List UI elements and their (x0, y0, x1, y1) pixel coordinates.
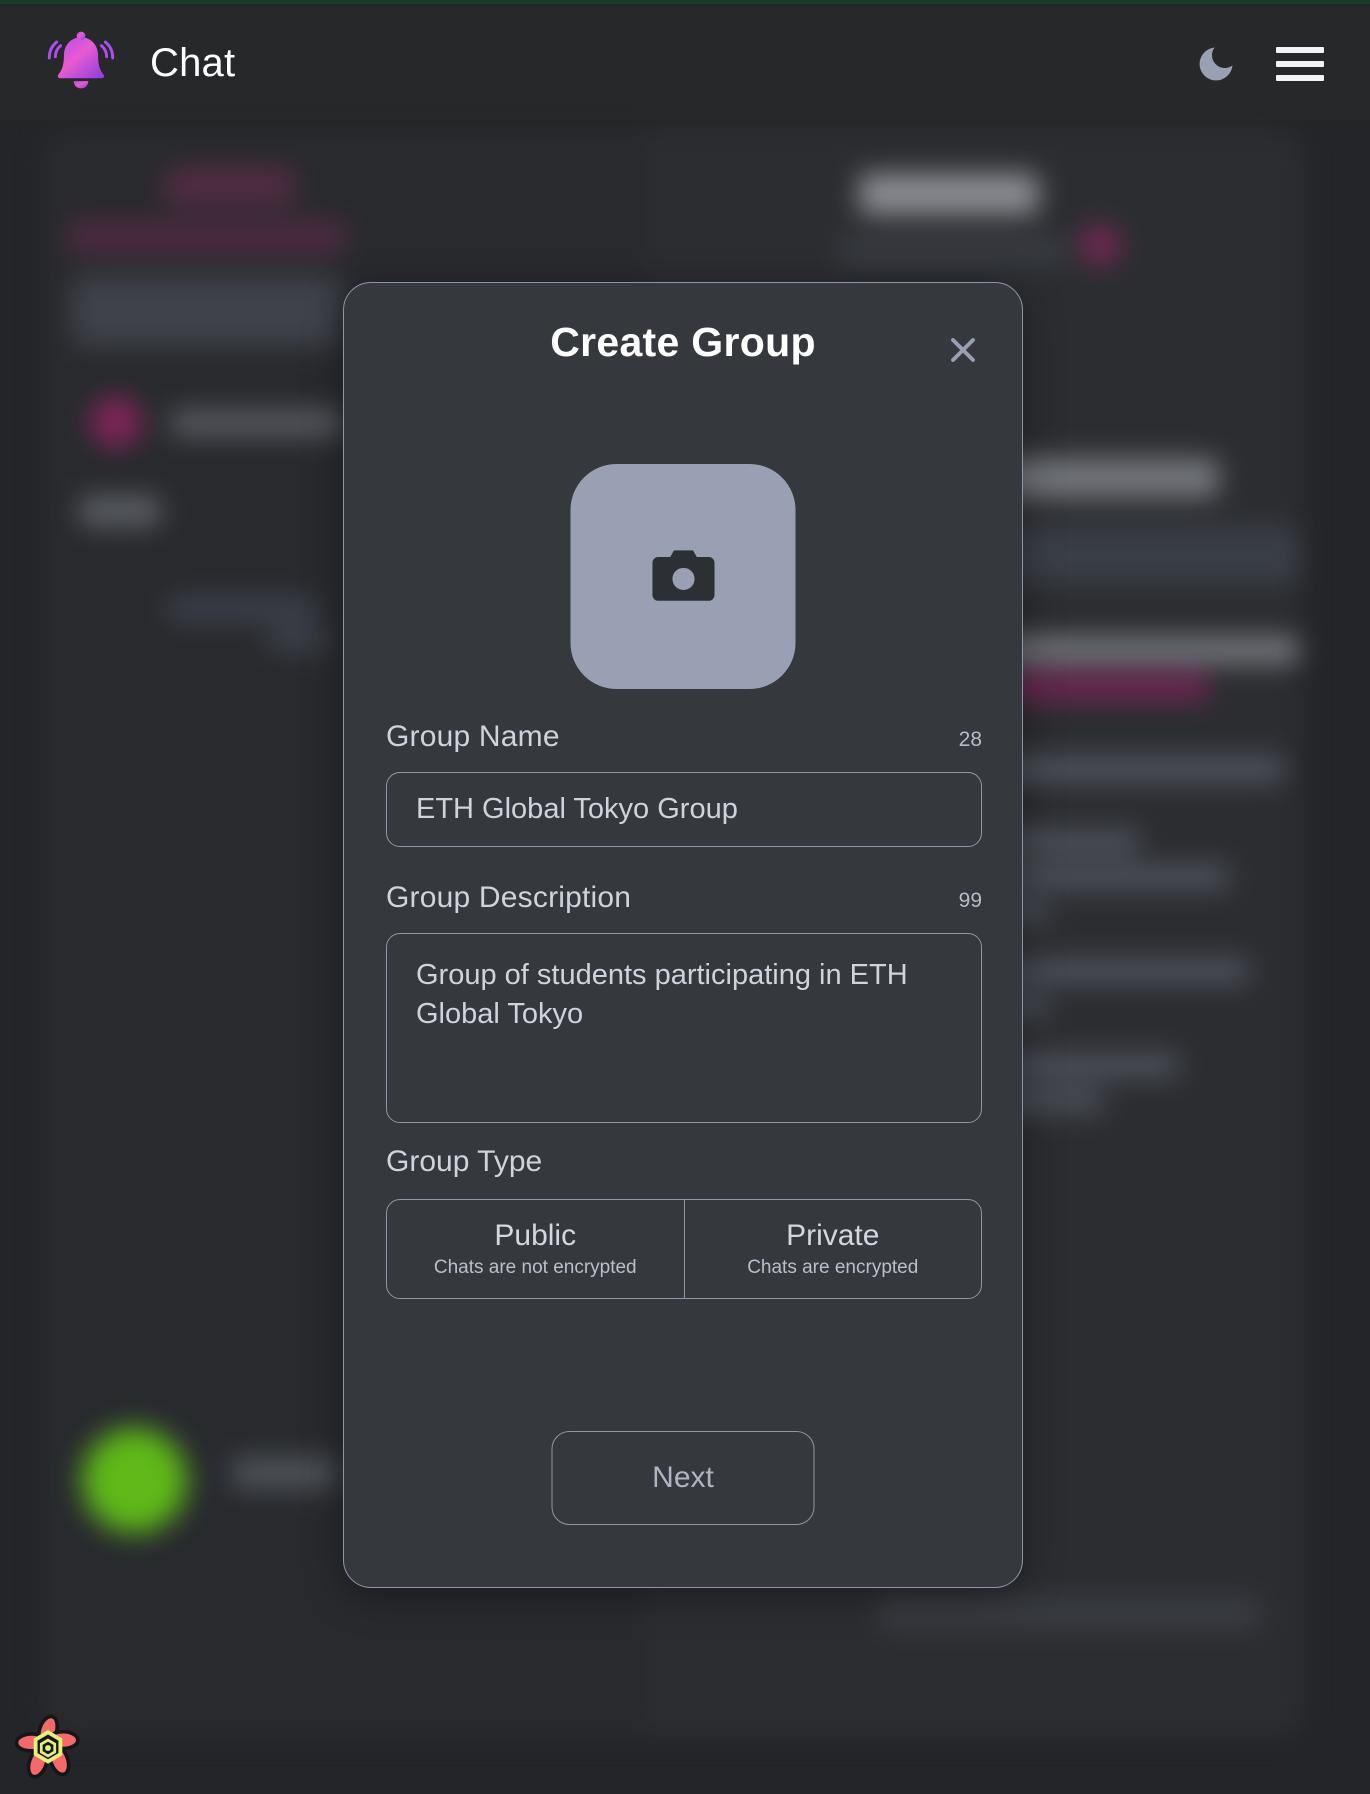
group-type-segmented-control: Public Chats are not encrypted Private C… (386, 1199, 982, 1299)
close-x-icon[interactable] (942, 329, 984, 371)
background-blob (82, 1428, 187, 1533)
group-avatar-upload[interactable] (570, 464, 796, 689)
notification-bell-icon[interactable] (42, 25, 120, 103)
background-blob (879, 1598, 1259, 1628)
group-type-option-public[interactable]: Public Chats are not encrypted (387, 1200, 684, 1298)
group-name-field: Group Name 28 (386, 720, 982, 847)
background-blob (67, 220, 347, 254)
page-title: Chat (150, 41, 236, 85)
app-root: Chat Create Group Group Name 28 ETH Glob… (0, 0, 1370, 1794)
group-type-label: Group Type (386, 1145, 543, 1178)
group-name-input[interactable] (386, 772, 982, 847)
create-group-modal: Create Group Group Name 28 Group Descrip… (343, 282, 1023, 1588)
background-blob (167, 598, 317, 620)
header-actions (1194, 42, 1342, 86)
next-button[interactable]: Next (551, 1431, 815, 1525)
group-type-field: Group Type Public Chats are not encrypte… (386, 1145, 982, 1299)
background-blob (90, 396, 142, 448)
camera-icon (651, 549, 715, 601)
group-name-header: Group Name 28 (386, 720, 982, 754)
group-description-textarea[interactable] (386, 933, 982, 1123)
background-blob (72, 276, 342, 346)
background-blob (170, 410, 345, 436)
group-description-counter: 99 (958, 889, 982, 912)
react-query-flower-icon[interactable] (12, 1712, 84, 1784)
group-type-option-private[interactable]: Private Chats are encrypted (683, 1200, 982, 1298)
group-description-header: Group Description 99 (386, 881, 982, 915)
option-title: Public (494, 1219, 577, 1252)
modal-title: Create Group (550, 319, 816, 365)
background-blob (267, 628, 327, 650)
app-header: Chat (0, 7, 1370, 120)
group-description-label: Group Description (386, 881, 632, 914)
background-blob (839, 238, 1069, 264)
background-blob (162, 166, 297, 206)
background-blob (859, 173, 1039, 215)
moon-icon[interactable] (1194, 42, 1238, 86)
background-blob (80, 496, 160, 526)
group-name-label: Group Name (386, 720, 560, 753)
background-blob (1079, 224, 1121, 266)
background-blob (232, 1458, 337, 1488)
option-title: Private (786, 1219, 880, 1252)
option-subtitle: Chats are not encrypted (433, 1257, 637, 1278)
group-name-counter: 28 (958, 728, 982, 751)
group-description-field: Group Description 99 (386, 881, 982, 1123)
option-subtitle: Chats are encrypted (747, 1257, 919, 1278)
hamburger-menu-icon[interactable] (1276, 46, 1324, 81)
